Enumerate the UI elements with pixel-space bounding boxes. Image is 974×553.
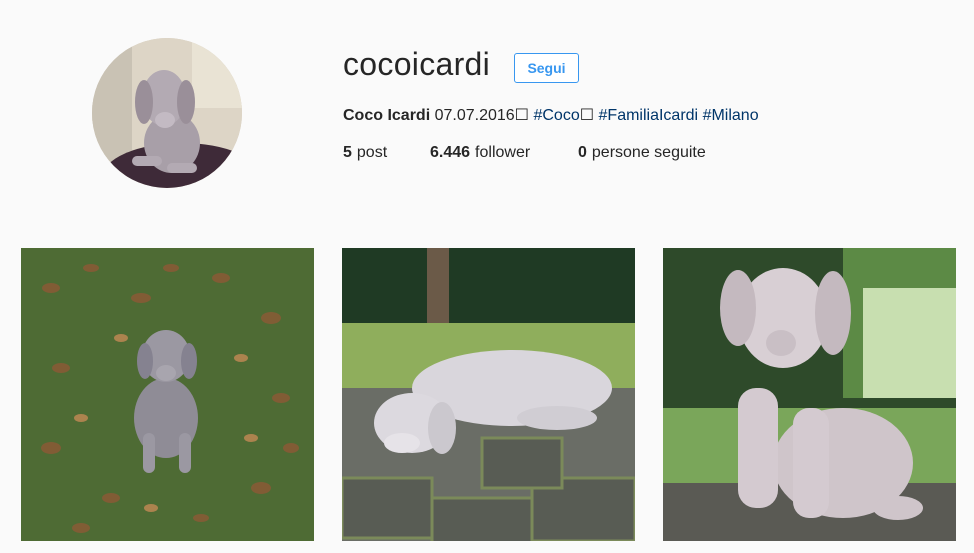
posts-count: 5 [343, 144, 352, 161]
post-tile-1[interactable] [21, 248, 314, 541]
bio-date: 07.07.2016 [434, 107, 515, 124]
following-count: 0 [578, 144, 587, 161]
hashtag-familiaicardi[interactable]: #FamiliaIcardi [599, 107, 699, 124]
profile-stats: 5 post 6.446 follower 0 persone seguite [343, 144, 706, 162]
puppy-sitting-photo [663, 248, 956, 541]
profile-username: cocoicardi [343, 46, 491, 82]
profile-avatar[interactable] [92, 38, 242, 188]
post-tile-2[interactable] [342, 248, 635, 541]
hashtag-coco[interactable]: #Coco [533, 107, 579, 124]
following-stat[interactable]: 0 persone seguite [578, 144, 706, 162]
post-tile-3[interactable] [663, 248, 956, 541]
weimaraner-puppy-avatar-image [92, 38, 242, 188]
followers-count: 6.446 [430, 144, 471, 161]
bio-box-glyph: ☐ [579, 107, 595, 124]
followers-stat[interactable]: 6.446 follower [430, 144, 578, 162]
posts-label: post [356, 144, 388, 161]
hashtag-milano[interactable]: #Milano [703, 107, 759, 124]
posts-stat: 5 post [343, 144, 430, 162]
profile-bio: Coco Icardi 07.07.2016☐ #Coco☐ #FamiliaI… [343, 105, 759, 125]
followers-label: follower [475, 144, 531, 161]
bio-box-glyph: ☐ [514, 107, 530, 124]
puppy-lying-on-pavement-photo [342, 248, 635, 541]
follow-button[interactable]: Segui [514, 53, 579, 83]
following-label: persone seguite [591, 144, 706, 161]
puppy-on-leaves-photo [21, 248, 314, 541]
profile-display-name: Coco Icardi [343, 107, 431, 124]
